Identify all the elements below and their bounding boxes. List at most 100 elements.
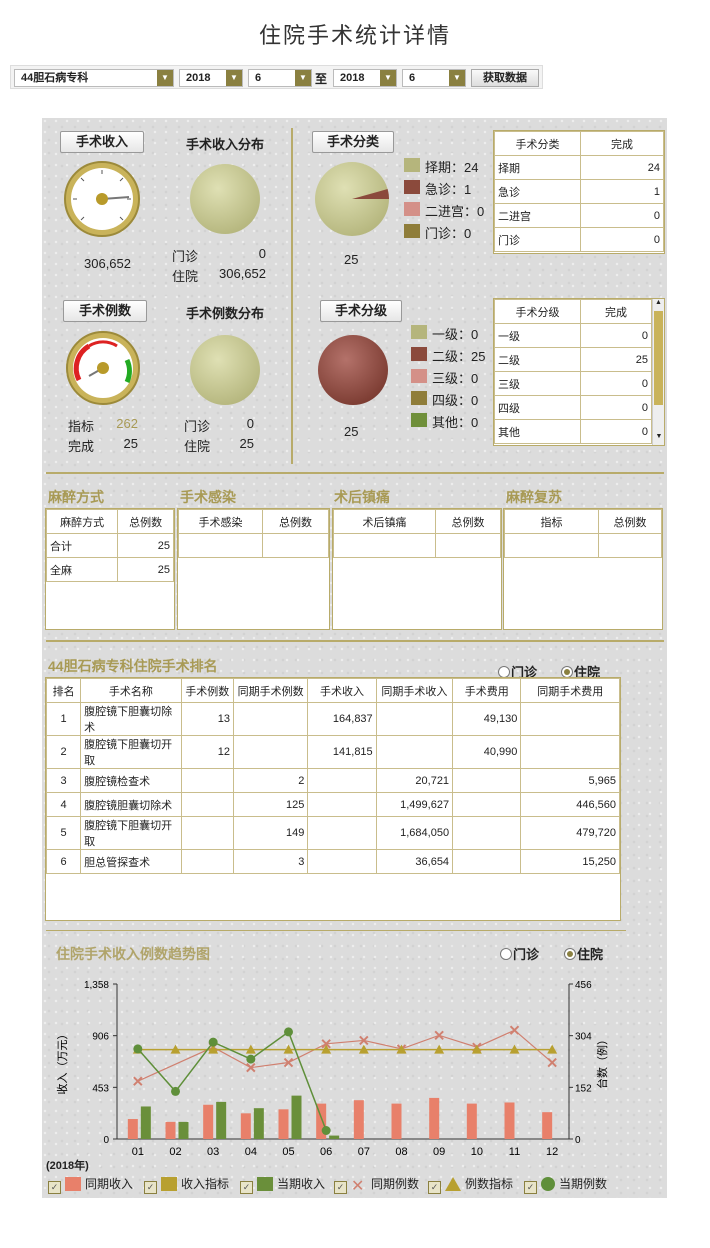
table-row[interactable]: 全麻 25 <box>45 557 174 582</box>
recovery-header: 指标 <box>504 509 599 534</box>
bar-prior-revenue[interactable] <box>203 1104 214 1139</box>
table-row[interactable]: 择期 24 <box>494 155 664 180</box>
bar-current-revenue[interactable] <box>140 1106 151 1139</box>
table-row[interactable]: 1 腹腔镜下胆囊切除术 13 164,837 49,130 <box>45 702 620 736</box>
bar-prior-revenue[interactable] <box>466 1103 477 1139</box>
divider <box>46 930 626 931</box>
table-row[interactable]: 其他 0 <box>494 419 652 444</box>
ranking-cell: 6 <box>45 849 82 874</box>
anesthesia-cell: 25 <box>117 533 174 558</box>
ranking-cell: 12 <box>180 735 234 769</box>
ranking-cell <box>307 849 377 874</box>
trend-radio-outpatient[interactable]: 门诊 <box>500 944 539 963</box>
table-row[interactable]: 合计 25 <box>45 533 174 558</box>
bar-prior-revenue[interactable] <box>127 1119 138 1139</box>
bar-prior-revenue[interactable] <box>429 1097 440 1139</box>
table-row[interactable]: 5 腹腔镜下胆囊切开取 149 1,684,050 479,720 <box>45 816 620 850</box>
surgery-grade-button[interactable]: 手术分级 <box>320 300 402 322</box>
revenue-outpatient-label: 门诊 <box>172 249 199 264</box>
point-prior-cases[interactable] <box>547 1057 557 1068</box>
x-tick-label: 10 <box>471 1146 483 1158</box>
legend-item[interactable]: ✓ 例数指标 <box>428 1175 513 1194</box>
scroll-down-icon[interactable]: ▼ <box>653 433 664 445</box>
to-month-select[interactable]: 6 ▼ <box>402 69 466 87</box>
recovery-table-box: 指标 总例数 <box>503 508 663 630</box>
surgery-category-button[interactable]: 手术分类 <box>312 131 394 153</box>
trend-chart: 0 453 906 1,358 0 152 304 456 收入（万元） 台数（例） 01 02 03 0… <box>55 980 609 1158</box>
category-pie <box>315 162 389 236</box>
bar-current-revenue[interactable] <box>291 1095 302 1139</box>
radio-label: 门诊 <box>513 947 540 962</box>
bar-prior-revenue[interactable] <box>165 1121 176 1139</box>
checkbox-icon[interactable]: ✓ <box>144 1181 157 1194</box>
cases-distribution-title: 手术例数分布 <box>185 306 264 321</box>
point-prior-cases[interactable] <box>434 1030 444 1041</box>
chevron-down-icon[interactable]: ▼ <box>449 70 465 86</box>
bar-current-revenue[interactable] <box>329 1135 340 1139</box>
point-current-cases[interactable] <box>171 1086 180 1096</box>
table-row[interactable]: 一级 0 <box>494 323 652 348</box>
from-year-select[interactable]: 2018 ▼ <box>179 69 243 87</box>
chevron-down-icon[interactable]: ▼ <box>380 70 396 86</box>
point-prior-cases[interactable] <box>133 1076 143 1086</box>
surgery-cases-button[interactable]: 手术例数 <box>63 300 147 322</box>
legend-swatch <box>404 202 420 216</box>
bar-current-revenue[interactable] <box>178 1121 189 1139</box>
chevron-down-icon[interactable]: ▼ <box>226 70 242 86</box>
checkbox-icon[interactable]: ✓ <box>428 1181 441 1194</box>
table-row[interactable]: 二级 25 <box>494 347 652 372</box>
checkbox-icon[interactable]: ✓ <box>48 1181 61 1194</box>
bar-prior-revenue[interactable] <box>504 1102 515 1139</box>
chevron-down-icon[interactable]: ▼ <box>295 70 311 86</box>
point-prior-cases[interactable] <box>509 1025 520 1035</box>
table-row[interactable]: 三级 0 <box>494 371 652 396</box>
bar-current-revenue[interactable] <box>216 1101 227 1139</box>
checkbox-icon[interactable]: ✓ <box>524 1181 537 1194</box>
scrollbar-thumb[interactable] <box>654 311 663 405</box>
radio-selected-icon[interactable] <box>564 948 576 960</box>
to-year-select[interactable]: 2018 ▼ <box>333 69 397 87</box>
table-row[interactable]: 急诊 1 <box>494 179 664 204</box>
x-tick-label: 06 <box>320 1146 332 1158</box>
legend-item[interactable]: ✓ ✕ 同期例数 <box>334 1175 419 1195</box>
from-month-select[interactable]: 6 ▼ <box>248 69 312 87</box>
bar-prior-revenue[interactable] <box>542 1112 553 1139</box>
legend-item[interactable]: ✓ 收入指标 <box>144 1175 229 1194</box>
legend-item[interactable]: ✓ 同期收入 <box>48 1175 133 1194</box>
trend-radio-inpatient[interactable]: 住院 <box>564 944 603 963</box>
legend-label: 四级：0 <box>432 393 479 408</box>
grade-table-scrollbar[interactable]: ▲ ▼ <box>652 299 664 445</box>
point-current-cases[interactable] <box>246 1054 256 1064</box>
anesthesia-table-box: 麻醉方式 总例数 合计 25 全麻 25 <box>45 508 175 630</box>
dept-select[interactable]: 44胆石病专科 ▼ <box>14 69 174 87</box>
surgery-revenue-button[interactable]: 手术收入 <box>60 131 144 153</box>
bar-prior-revenue[interactable] <box>240 1113 251 1139</box>
table-row[interactable]: 二进宫 0 <box>494 203 664 228</box>
checkbox-icon[interactable]: ✓ <box>334 1181 347 1194</box>
bar-prior-revenue[interactable] <box>278 1109 289 1139</box>
table-row[interactable]: 3 腹腔镜检查术 2 20,721 5,965 <box>45 768 620 793</box>
legend-swatch <box>404 180 420 194</box>
fetch-data-button[interactable]: 获取数据 <box>471 69 539 87</box>
radio-icon[interactable] <box>500 948 512 960</box>
point-current-cases[interactable] <box>284 1027 293 1037</box>
legend-item[interactable]: ✓ 当期例数 <box>524 1175 607 1194</box>
ranking-header: 手术收入 <box>307 678 377 703</box>
point-current-cases[interactable] <box>208 1037 218 1047</box>
table-row[interactable]: 四级 0 <box>494 395 652 420</box>
table-row[interactable]: 6 胆总管探查术 3 36,654 15,250 <box>45 849 620 874</box>
chevron-down-icon[interactable]: ▼ <box>157 70 173 86</box>
legend-item[interactable]: ✓ 当期收入 <box>240 1175 325 1194</box>
checkbox-icon[interactable]: ✓ <box>240 1181 253 1194</box>
bar-current-revenue[interactable] <box>253 1108 264 1139</box>
point-current-cases[interactable] <box>321 1126 331 1136</box>
bar-prior-revenue[interactable] <box>391 1103 402 1139</box>
point-current-cases[interactable] <box>133 1044 143 1054</box>
table-row[interactable]: 4 腹腔镜胆囊切除术 125 1,499,627 446,560 <box>45 792 620 817</box>
table-row[interactable]: 门诊 0 <box>494 227 664 252</box>
scroll-up-icon[interactable]: ▲ <box>653 299 664 311</box>
ranking-cell <box>375 735 454 769</box>
bar-prior-revenue[interactable] <box>353 1100 364 1139</box>
grade-cell: 25 <box>580 347 652 372</box>
table-row[interactable]: 2 腹腔镜下胆囊切开取 12 141,815 40,990 <box>45 735 620 769</box>
